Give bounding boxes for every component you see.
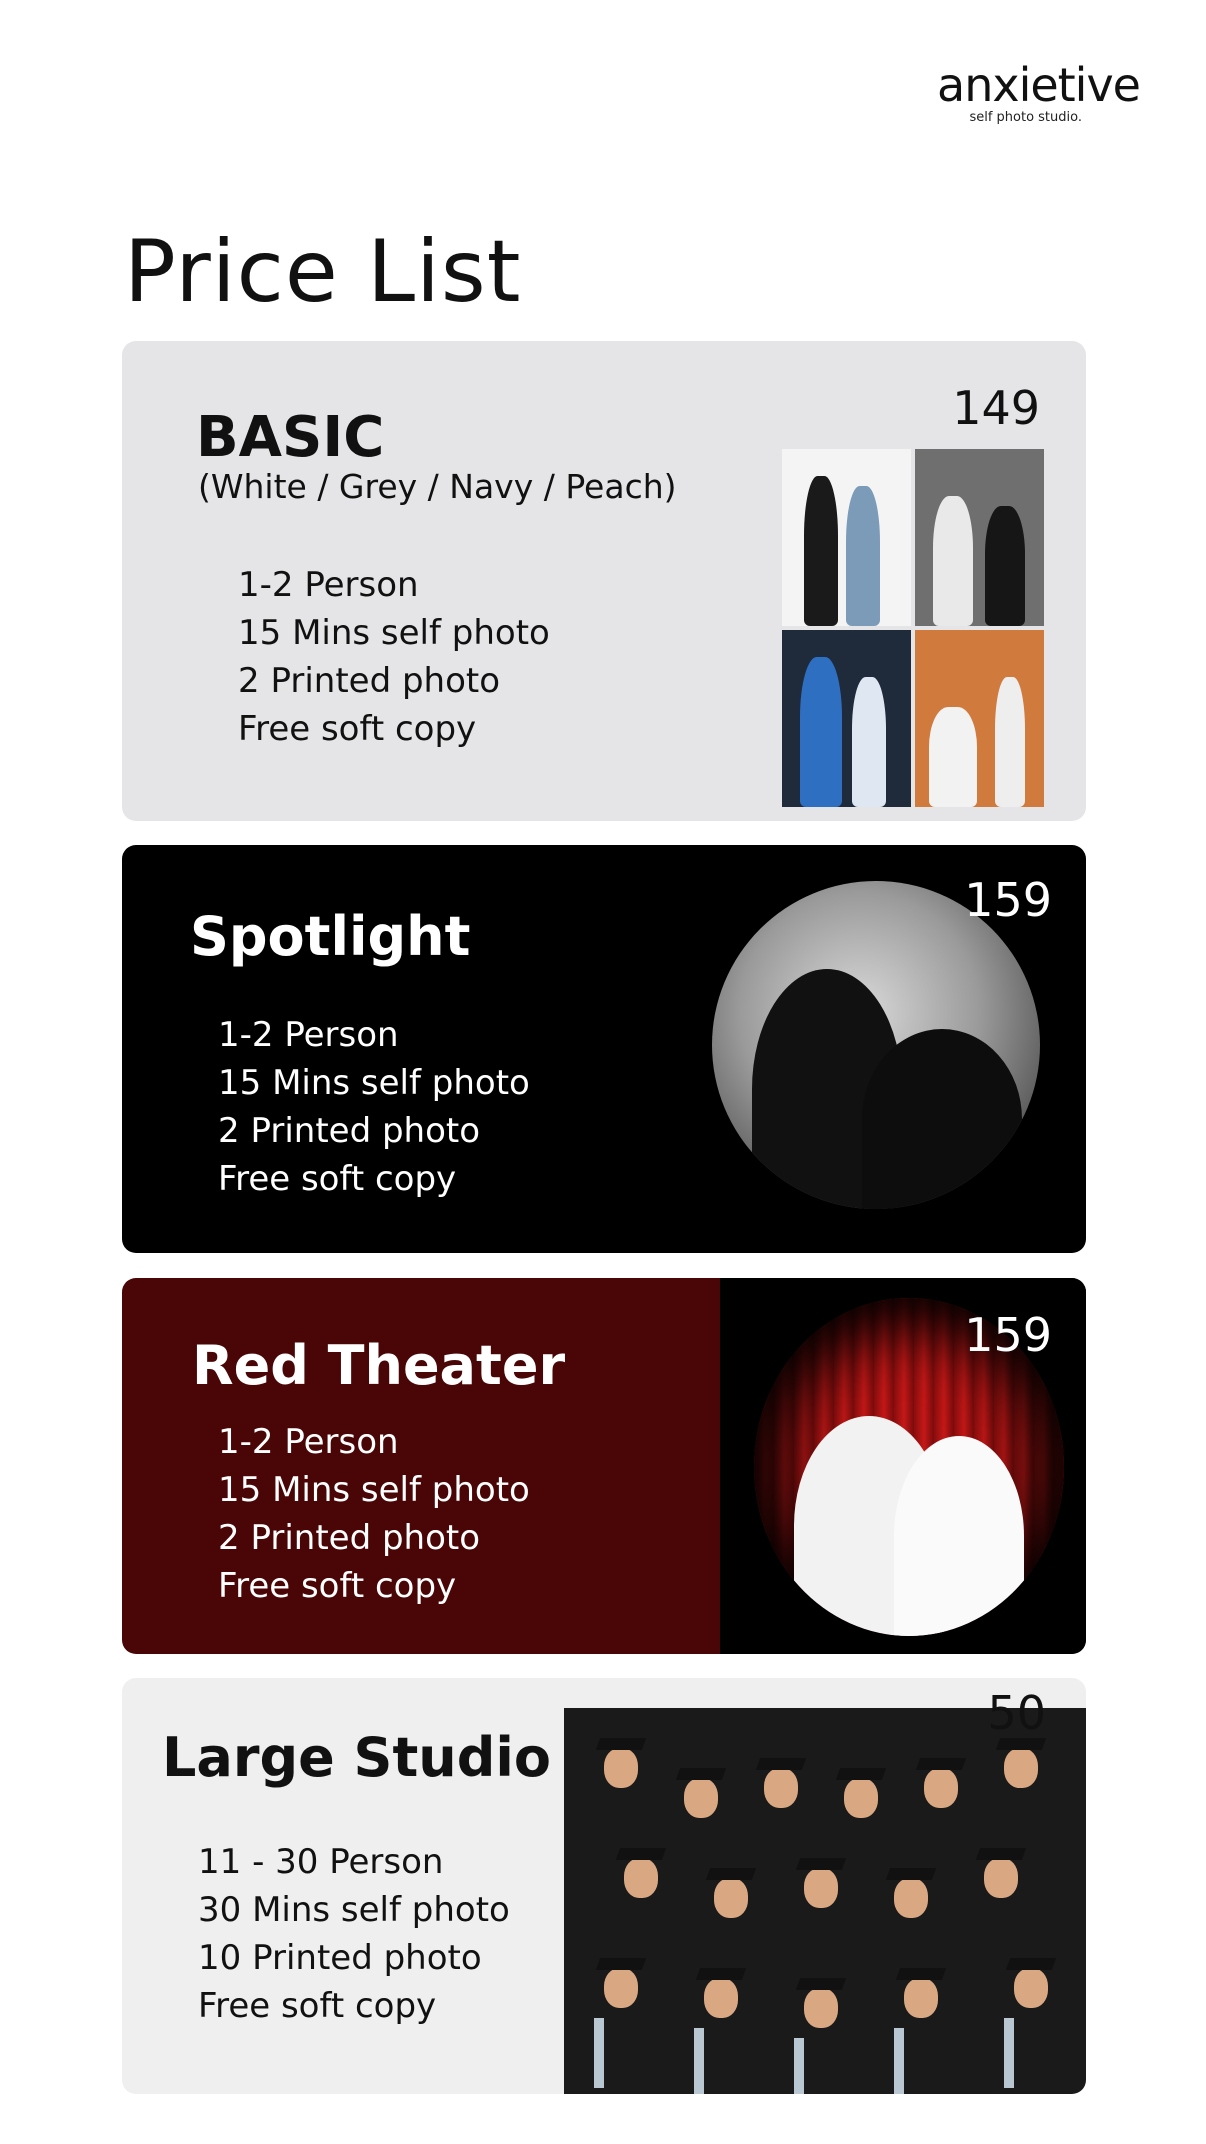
package-price: 159 [964, 873, 1052, 927]
feature-item: 11 - 30 Person [198, 1842, 444, 1882]
feature-item: Free soft copy [218, 1159, 457, 1199]
feature-item: Free soft copy [238, 709, 477, 749]
package-price: 50 [987, 1686, 1046, 1740]
package-subtitle: (White / Grey / Navy / Peach) [198, 467, 677, 506]
package-features: 1-2 Person 15 Mins self photo 2 Printed … [218, 1418, 530, 1610]
feature-item: 2 Printed photo [218, 1111, 481, 1151]
package-card-large-studio: Large Studio 11 - 30 Person 30 Mins self… [122, 1678, 1086, 2094]
sample-photo-peach [915, 630, 1044, 807]
sample-photo-grey [915, 449, 1044, 626]
package-name: Large Studio [162, 1726, 551, 1789]
package-features: 1-2 Person 15 Mins self photo 2 Printed … [238, 561, 550, 753]
feature-item: 2 Printed photo [218, 1518, 481, 1558]
brand-tagline: self photo studio. [969, 110, 1082, 125]
package-features: 1-2 Person 15 Mins self photo 2 Printed … [218, 1011, 530, 1203]
package-price: 159 [964, 1308, 1052, 1362]
package-name: Red Theater [192, 1334, 566, 1397]
spotlight-photo [712, 881, 1040, 1209]
feature-item: 10 Printed photo [198, 1938, 482, 1978]
feature-item: Free soft copy [218, 1566, 457, 1606]
package-card-spotlight: Spotlight 1-2 Person 15 Mins self photo … [122, 845, 1086, 1253]
package-price: 149 [952, 381, 1040, 435]
package-card-red-theater: Red Theater 1-2 Person 15 Mins self phot… [122, 1278, 1086, 1654]
feature-item: Free soft copy [198, 1986, 437, 2026]
feature-item: 1-2 Person [238, 565, 419, 605]
feature-item: 1-2 Person [218, 1422, 399, 1462]
feature-item: 2 Printed photo [238, 661, 501, 701]
brand-name: anxietive [937, 58, 1141, 112]
package-card-basic: BASIC (White / Grey / Navy / Peach) 1-2 … [122, 341, 1086, 821]
feature-item: 1-2 Person [218, 1015, 399, 1055]
package-name: Spotlight [190, 905, 471, 968]
package-features: 11 - 30 Person 30 Mins self photo 10 Pri… [198, 1838, 510, 2030]
graduation-group-photo [564, 1708, 1086, 2094]
feature-item: 15 Mins self photo [218, 1470, 530, 1510]
feature-item: 30 Mins self photo [198, 1890, 510, 1930]
sample-photo-navy [782, 630, 911, 807]
feature-item: 15 Mins self photo [218, 1063, 530, 1103]
sample-photo-white [782, 449, 911, 626]
page-title: Price List [124, 222, 522, 322]
sample-photo-grid [782, 449, 1044, 807]
feature-item: 15 Mins self photo [238, 613, 550, 653]
package-name: BASIC [196, 405, 385, 470]
brand-logo: anxietive self photo studio. [937, 58, 1141, 125]
